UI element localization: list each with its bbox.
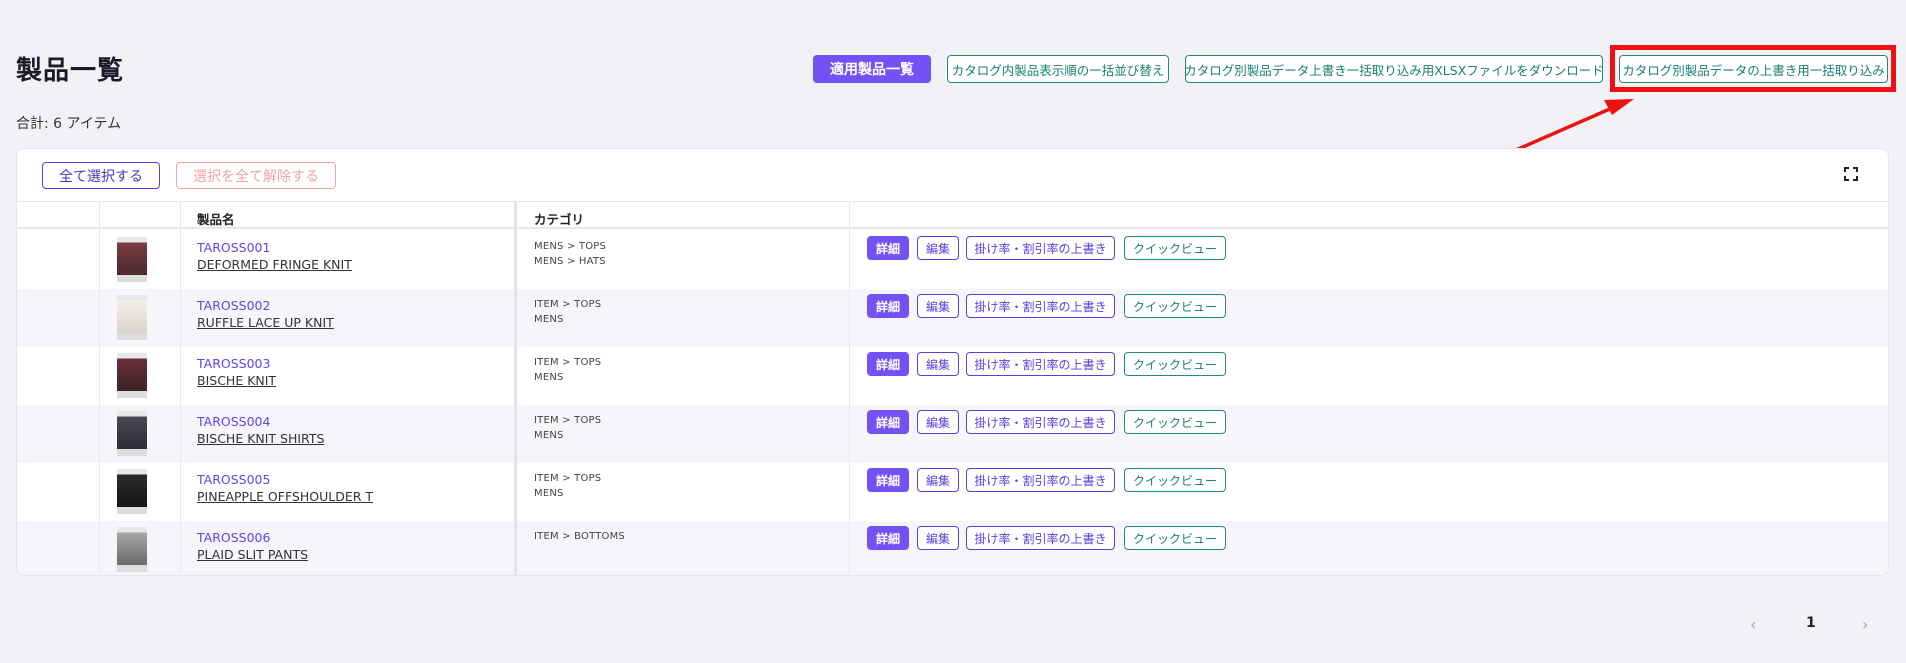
product-code-link[interactable]: TAROSS006: [197, 530, 270, 545]
quick-view-button[interactable]: クイックビュー: [1124, 410, 1226, 434]
table-row: TAROSS006 PLAID SLIT PANTS ITEM > BOTTOMS 詳…: [17, 521, 1888, 575]
select-all-button[interactable]: 全て選択する: [42, 162, 160, 189]
detail-button[interactable]: 詳細: [867, 236, 909, 260]
rate-override-button[interactable]: 掛け率・割引率の上書き: [966, 294, 1115, 318]
product-thumbnail[interactable]: [117, 469, 147, 514]
applied-products-button[interactable]: 適用製品一覧: [813, 55, 931, 83]
detail-button[interactable]: 詳細: [867, 294, 909, 318]
product-thumbnail[interactable]: [117, 237, 147, 282]
table-row: TAROSS002 RUFFLE LACE UP KNIT ITEM > TOPS M…: [17, 289, 1888, 347]
category-primary: ITEM > TOPS: [534, 357, 602, 368]
detail-button[interactable]: 詳細: [867, 410, 909, 434]
product-code-link[interactable]: TAROSS005: [197, 472, 270, 487]
product-name-link[interactable]: BISCHE KNIT: [197, 373, 276, 388]
category-secondary: MENS: [534, 372, 564, 383]
deselect-all-button[interactable]: 選択を全て解除する: [176, 162, 336, 189]
fullscreen-icon[interactable]: [1844, 167, 1858, 181]
detail-button[interactable]: 詳細: [867, 468, 909, 492]
product-name-link[interactable]: RUFFLE LACE UP KNIT: [197, 315, 334, 330]
category-secondary: MENS: [534, 488, 564, 499]
rate-override-button[interactable]: 掛け率・割引率の上書き: [966, 236, 1115, 260]
product-thumbnail[interactable]: [117, 295, 147, 340]
table-row: TAROSS005 PINEAPPLE OFFSHOULDER T ITEM > T…: [17, 463, 1888, 521]
table-row: TAROSS001 DEFORMED FRINGE KNIT MENS > TOPS…: [17, 231, 1888, 289]
edit-button[interactable]: 編集: [917, 236, 959, 260]
download-xlsx-button[interactable]: カタログ別製品データ上書き一括取り込み用XLSXファイルをダウンロード: [1184, 55, 1604, 83]
quick-view-button[interactable]: クイックビュー: [1124, 526, 1226, 550]
detail-button[interactable]: 詳細: [867, 352, 909, 376]
table-row: TAROSS004 BISCHE KNIT SHIRTS ITEM > TOPS ME…: [17, 405, 1888, 463]
category-primary: ITEM > TOPS: [534, 473, 602, 484]
bulk-sort-button[interactable]: カタログ内製品表示順の一括並び替え: [947, 55, 1169, 83]
product-code-link[interactable]: TAROSS003: [197, 356, 270, 371]
product-name-link[interactable]: DEFORMED FRINGE KNIT: [197, 257, 352, 272]
category-secondary: MENS > HATS: [534, 256, 606, 267]
product-code-link[interactable]: TAROSS004: [197, 414, 270, 429]
page-title: 製品一覧: [16, 56, 125, 86]
edit-button[interactable]: 編集: [917, 352, 959, 376]
product-name-link[interactable]: PINEAPPLE OFFSHOULDER T: [197, 489, 373, 504]
category-primary: ITEM > TOPS: [534, 299, 602, 310]
edit-button[interactable]: 編集: [917, 294, 959, 318]
edit-button[interactable]: 編集: [917, 526, 959, 550]
product-code-link[interactable]: TAROSS001: [197, 240, 270, 255]
edit-button[interactable]: 編集: [917, 410, 959, 434]
pagination-prev[interactable]: ‹: [1750, 615, 1756, 634]
edit-button[interactable]: 編集: [917, 468, 959, 492]
rate-override-button[interactable]: 掛け率・割引率の上書き: [966, 468, 1115, 492]
detail-button[interactable]: 詳細: [867, 526, 909, 550]
rate-override-button[interactable]: 掛け率・割引率の上書き: [966, 526, 1115, 550]
product-table-card: 全て選択する 選択を全て解除する 製品名 カテゴリ TAROSS001 DEFOR…: [16, 148, 1889, 576]
table-header: 製品名 カテゴリ: [17, 201, 1888, 229]
category-primary: MENS > TOPS: [534, 241, 607, 252]
quick-view-button[interactable]: クイックビュー: [1124, 352, 1226, 376]
quick-view-button[interactable]: クイックビュー: [1124, 294, 1226, 318]
rate-override-button[interactable]: 掛け率・割引率の上書き: [966, 410, 1115, 434]
quick-view-button[interactable]: クイックビュー: [1124, 236, 1226, 260]
product-code-link[interactable]: TAROSS002: [197, 298, 270, 313]
product-name-link[interactable]: PLAID SLIT PANTS: [197, 547, 308, 562]
total-count: 合計: 6 アイテム: [16, 116, 122, 132]
quick-view-button[interactable]: クイックビュー: [1124, 468, 1226, 492]
column-header-name: 製品名: [197, 212, 235, 227]
pagination-page-1[interactable]: 1: [1806, 615, 1816, 631]
bulk-import-button[interactable]: カタログ別製品データの上書き用一括取り込み: [1619, 55, 1888, 83]
product-name-link[interactable]: BISCHE KNIT SHIRTS: [197, 431, 324, 446]
category-primary: ITEM > TOPS: [534, 415, 602, 426]
category-secondary: MENS: [534, 314, 564, 325]
product-thumbnail[interactable]: [117, 411, 147, 456]
category-primary: ITEM > BOTTOMS: [534, 531, 625, 542]
table-row: TAROSS003 BISCHE KNIT ITEM > TOPS MENS 詳細 編集掛…: [17, 347, 1888, 405]
product-thumbnail[interactable]: [117, 353, 147, 398]
pagination-next[interactable]: ›: [1862, 615, 1868, 634]
product-thumbnail[interactable]: [117, 527, 147, 572]
category-secondary: MENS: [534, 430, 564, 441]
rate-override-button[interactable]: 掛け率・割引率の上書き: [966, 352, 1115, 376]
column-header-category: カテゴリ: [534, 212, 585, 227]
